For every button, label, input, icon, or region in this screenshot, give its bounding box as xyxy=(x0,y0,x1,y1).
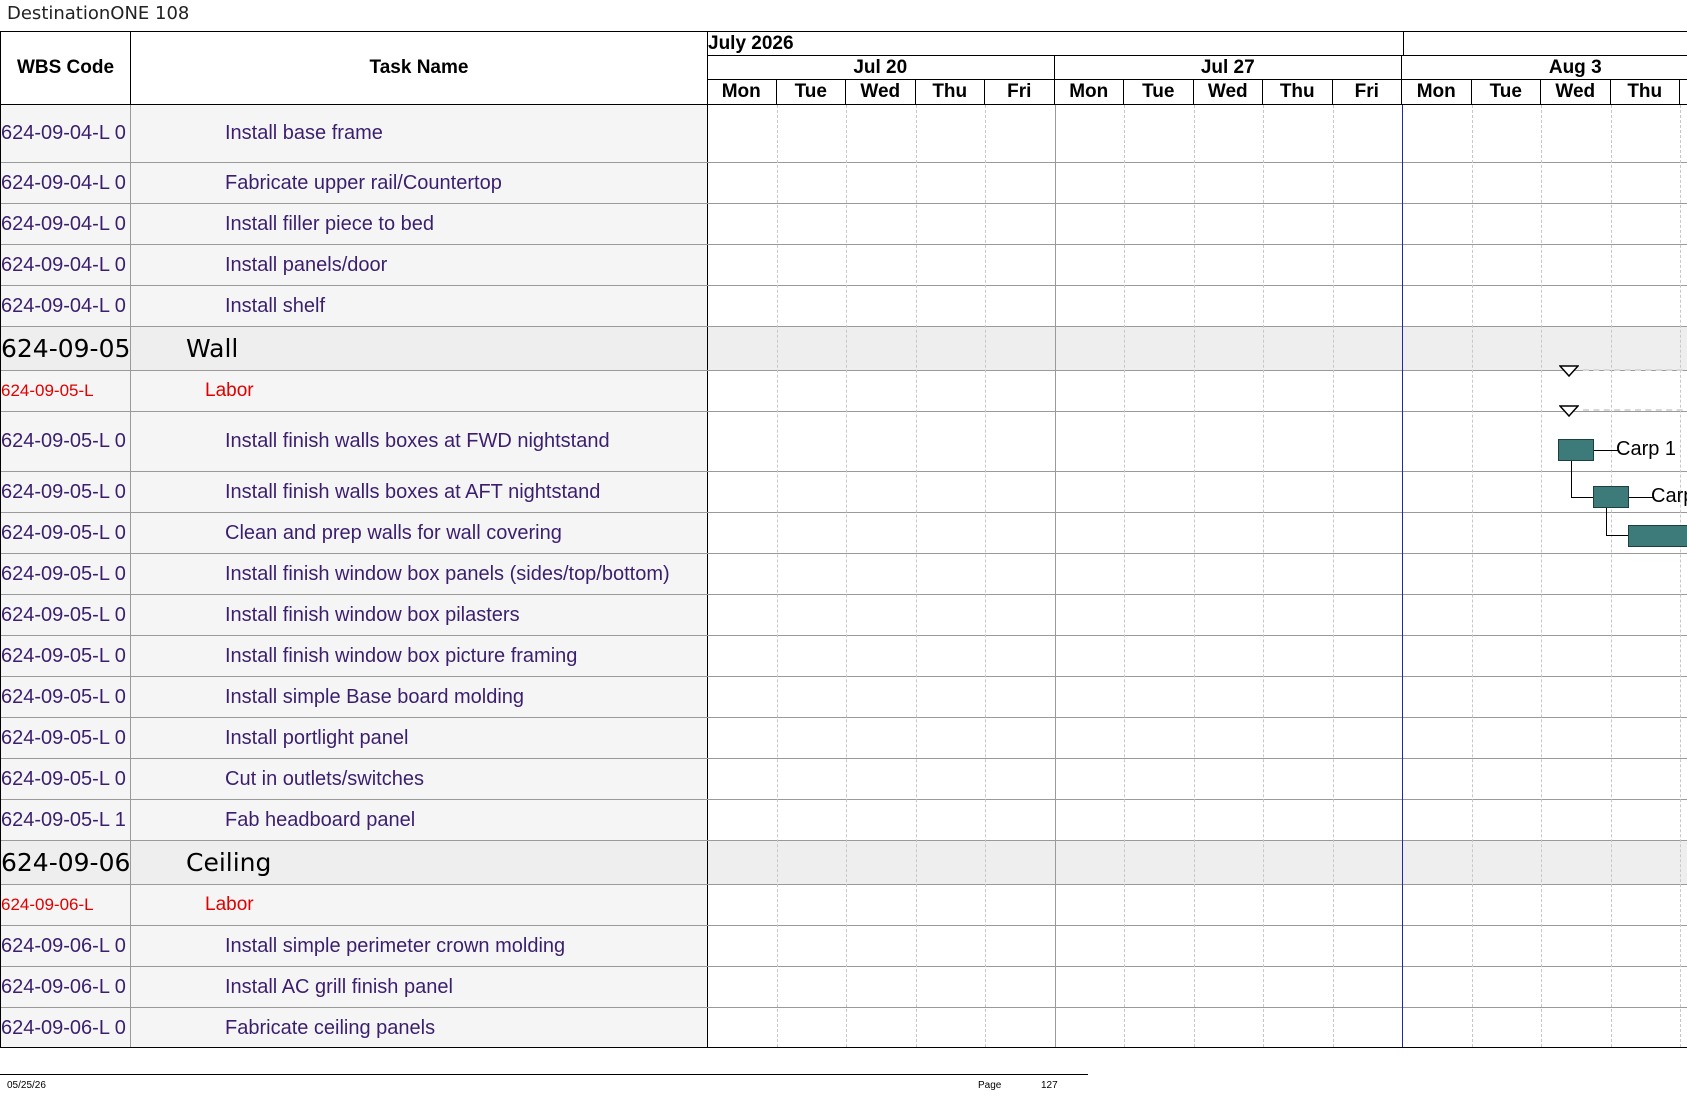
wbs-code-cell[interactable]: 624-09-06 xyxy=(1,841,131,884)
group-row[interactable]: 624-09-06 Ceiling xyxy=(1,841,1687,885)
task-name-cell[interactable]: Install finish walls boxes at AFT nights… xyxy=(131,472,708,512)
wbs-code-cell[interactable]: 624-09-05-L 0 xyxy=(1,759,131,799)
task-name-cell[interactable]: Install AC grill finish panel xyxy=(131,967,708,1007)
timeline-day-header: Tue xyxy=(777,80,846,104)
wbs-code-cell[interactable]: 624-09-05-L 0 xyxy=(1,677,131,717)
task-name-cell[interactable]: Install simple Base board molding xyxy=(131,677,708,717)
wbs-code-cell[interactable]: 624-09-05-L xyxy=(1,371,131,411)
task-name-cell[interactable]: Install finish walls boxes at FWD nights… xyxy=(131,412,708,471)
task-name-cell[interactable]: Wall xyxy=(131,327,708,370)
timeline-month-next xyxy=(1404,32,1687,55)
wbs-code-cell[interactable]: 624-09-04-L 0 xyxy=(1,204,131,244)
wbs-code-cell[interactable]: 624-09-06-L 0 xyxy=(1,967,131,1007)
task-name-cell[interactable]: Install filler piece to bed xyxy=(131,204,708,244)
timeline-day-header: Tue xyxy=(1472,80,1541,104)
task-row[interactable]: 624-09-05-L 0 Install finish walls boxes … xyxy=(1,472,1687,513)
task-name-cell[interactable]: Install finish window box picture framin… xyxy=(131,636,708,676)
timeline-day-header: Wed xyxy=(1194,80,1263,104)
task-name-cell[interactable]: Labor xyxy=(131,885,708,925)
task-name-cell[interactable]: Install panels/door xyxy=(131,245,708,285)
wbs-code-cell[interactable]: 624-09-05-L 0 xyxy=(1,472,131,512)
wbs-code-cell[interactable]: 624-09-04-L 0 xyxy=(1,105,131,162)
gantt-chart: WBS Code Task Name July 2026 Jul 20 Jul 2… xyxy=(0,31,1687,1048)
task-name-cell[interactable]: Install finish window box pilasters xyxy=(131,595,708,635)
task-name-cell[interactable]: Clean and prep walls for wall covering xyxy=(131,513,708,553)
task-row[interactable]: 624-09-06-L 0 Install AC grill finish pan… xyxy=(1,967,1687,1008)
wbs-code-cell[interactable]: 624-09-04-L 0 xyxy=(1,163,131,203)
task-row[interactable]: 624-09-05-L 0 Install simple Base board m… xyxy=(1,677,1687,718)
timeline-day-header: Fri xyxy=(985,80,1055,104)
task-name-cell[interactable]: Install simple perimeter crown molding xyxy=(131,926,708,966)
wbs-code-cell[interactable]: 624-09-05-L 0 xyxy=(1,718,131,758)
task-row[interactable]: 624-09-05-L 0 Install portlight panel xyxy=(1,718,1687,759)
task-row[interactable]: 624-09-05-L 0 Install finish walls boxes … xyxy=(1,412,1687,472)
task-row[interactable]: 624-09-04-L 0 Install panels/door xyxy=(1,245,1687,286)
timeline-week-header: Jul 20 xyxy=(707,56,1055,79)
task-row[interactable]: 624-09-06-L 0 Install simple perimeter cr… xyxy=(1,926,1687,967)
wbs-code-cell[interactable]: 624-09-06-L 0 xyxy=(1,926,131,966)
task-row[interactable]: 624-09-05-L 0 Install finish window box p… xyxy=(1,595,1687,636)
footer-page-label: Page xyxy=(978,1080,1002,1091)
timeline-week-header: Jul 27 xyxy=(1055,56,1402,79)
wbs-code-cell[interactable]: 624-09-06-L 0 xyxy=(1,1008,131,1047)
timeline-weeks-row: Jul 20 Jul 27 Aug 3 xyxy=(707,56,1687,80)
task-name-cell[interactable]: Install finish window box panels (sides/… xyxy=(131,554,708,594)
wbs-code-cell[interactable]: 624-09-05-L 1 xyxy=(1,800,131,840)
wbs-code-cell[interactable]: 624-09-05-L 0 xyxy=(1,513,131,553)
wbs-code-cell[interactable]: 624-09-06-L xyxy=(1,885,131,925)
timeline-day-header: Thu xyxy=(1611,80,1680,104)
wbs-code-cell[interactable]: 624-09-04-L 0 xyxy=(1,245,131,285)
group-row[interactable]: 624-09-05 Wall xyxy=(1,327,1687,371)
footer-divider xyxy=(0,1074,1088,1075)
labor-row[interactable]: 624-09-05-L Labor xyxy=(1,371,1687,412)
task-name-cell[interactable]: Cut in outlets/switches xyxy=(131,759,708,799)
task-name-cell[interactable]: Install portlight panel xyxy=(131,718,708,758)
wbs-code-cell[interactable]: 624-09-05-L 0 xyxy=(1,595,131,635)
timeline-day-header: Thu xyxy=(916,80,985,104)
footer-page-number: 127 xyxy=(1041,1080,1058,1091)
timeline-days-row: Mon Tue Wed Thu Fri Mon Tue Wed Thu Fri Mon Tue Wed T… xyxy=(707,80,1687,105)
task-name-cell[interactable]: Ceiling xyxy=(131,841,708,884)
task-name-cell[interactable]: Fabricate upper rail/Countertop xyxy=(131,163,708,203)
document-title: DestinationONE 108 xyxy=(7,3,190,24)
task-row[interactable]: 624-09-05-L 0 Cut in outlets/switches xyxy=(1,759,1687,800)
task-name-cell[interactable]: Install base frame xyxy=(131,105,708,162)
timeline-month-label: July 2026 xyxy=(707,32,1404,55)
column-header-wbs[interactable]: WBS Code xyxy=(1,32,131,105)
task-name-cell[interactable]: Fab headboard panel xyxy=(131,800,708,840)
wbs-code-cell[interactable]: 624-09-05-L 0 xyxy=(1,412,131,471)
timeline-day-header: Tue xyxy=(1124,80,1194,104)
timeline-month-row: July 2026 xyxy=(707,32,1687,56)
timeline-day-header: Fri xyxy=(1333,80,1402,104)
timeline-week-header: Aug 3 xyxy=(1402,56,1687,79)
wbs-code-cell[interactable]: 624-09-05-L 0 xyxy=(1,636,131,676)
wbs-code-cell[interactable]: 624-09-04-L 0 xyxy=(1,286,131,326)
task-row[interactable]: 624-09-04-L 0 Install base frame xyxy=(1,105,1687,163)
task-row[interactable]: 624-09-05-L 0 Clean and prep walls for wa… xyxy=(1,513,1687,554)
task-name-cell[interactable]: Install shelf xyxy=(131,286,708,326)
timeline-day-header: Thu xyxy=(1263,80,1333,104)
wbs-code-cell[interactable]: 624-09-05 xyxy=(1,327,131,370)
footer-date: 05/25/26 xyxy=(7,1080,46,1091)
timeline-day-header: Mon xyxy=(1055,80,1124,104)
labor-row[interactable]: 624-09-06-L Labor xyxy=(1,885,1687,926)
task-row[interactable]: 624-09-04-L 0 Fabricate upper rail/Counte… xyxy=(1,163,1687,204)
task-row[interactable]: 624-09-05-L 0 Install finish window box p… xyxy=(1,636,1687,677)
task-row[interactable]: 624-09-04-L 0 Install shelf xyxy=(1,286,1687,327)
timeline-day-header: Mon xyxy=(1402,80,1472,104)
task-row[interactable]: 624-09-06-L 0 Fabricate ceiling panels xyxy=(1,1008,1687,1047)
task-row[interactable]: 624-09-04-L 0 Install filler piece to bed xyxy=(1,204,1687,245)
task-name-cell[interactable]: Fabricate ceiling panels xyxy=(131,1008,708,1047)
task-name-cell[interactable]: Labor xyxy=(131,371,708,411)
timeline-day-header: Wed xyxy=(846,80,916,104)
task-row[interactable]: 624-09-05-L 0 Install finish window box p… xyxy=(1,554,1687,595)
column-header-task-name[interactable]: Task Name xyxy=(131,32,708,105)
timeline-day-header: Mon xyxy=(707,80,777,104)
wbs-code-cell[interactable]: 624-09-05-L 0 xyxy=(1,554,131,594)
task-row[interactable]: 624-09-05-L 1 Fab headboard panel xyxy=(1,800,1687,841)
timeline-day-header: Wed xyxy=(1541,80,1611,104)
